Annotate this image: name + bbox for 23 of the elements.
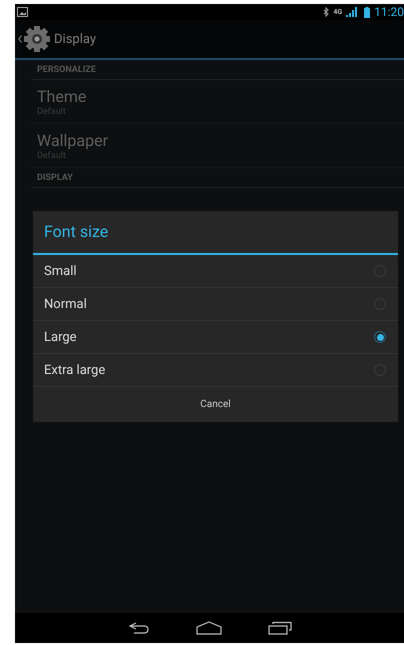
- home-icon[interactable]: [196, 621, 222, 635]
- battery-icon: [364, 6, 370, 18]
- option-label: Large: [44, 330, 77, 344]
- font-size-option[interactable]: Normal: [33, 288, 398, 321]
- option-label: Normal: [44, 296, 87, 312]
- gear-icon[interactable]: [23, 25, 51, 53]
- clock: 11:20: [374, 5, 404, 19]
- radio-button[interactable]: [374, 331, 386, 343]
- bluetooth-icon: [323, 7, 330, 17]
- back-caret-icon[interactable]: [18, 35, 22, 43]
- image-notification-icon: [17, 7, 28, 17]
- option-label: Small: [44, 264, 77, 278]
- recent-apps-icon[interactable]: [268, 621, 292, 635]
- font-size-option[interactable]: Large: [33, 321, 398, 354]
- font-size-option[interactable]: Extra large: [33, 354, 398, 387]
- font-size-option[interactable]: Small: [33, 255, 398, 288]
- cancel-button[interactable]: Cancel: [33, 387, 398, 422]
- screen-title: Display: [54, 32, 96, 46]
- option-label: Extra large: [44, 362, 106, 378]
- dialog-title: Font size: [33, 211, 398, 255]
- section-header: PERSONALIZE: [31, 60, 404, 80]
- back-icon[interactable]: [128, 622, 150, 634]
- section-header: DISPLAY: [31, 168, 404, 188]
